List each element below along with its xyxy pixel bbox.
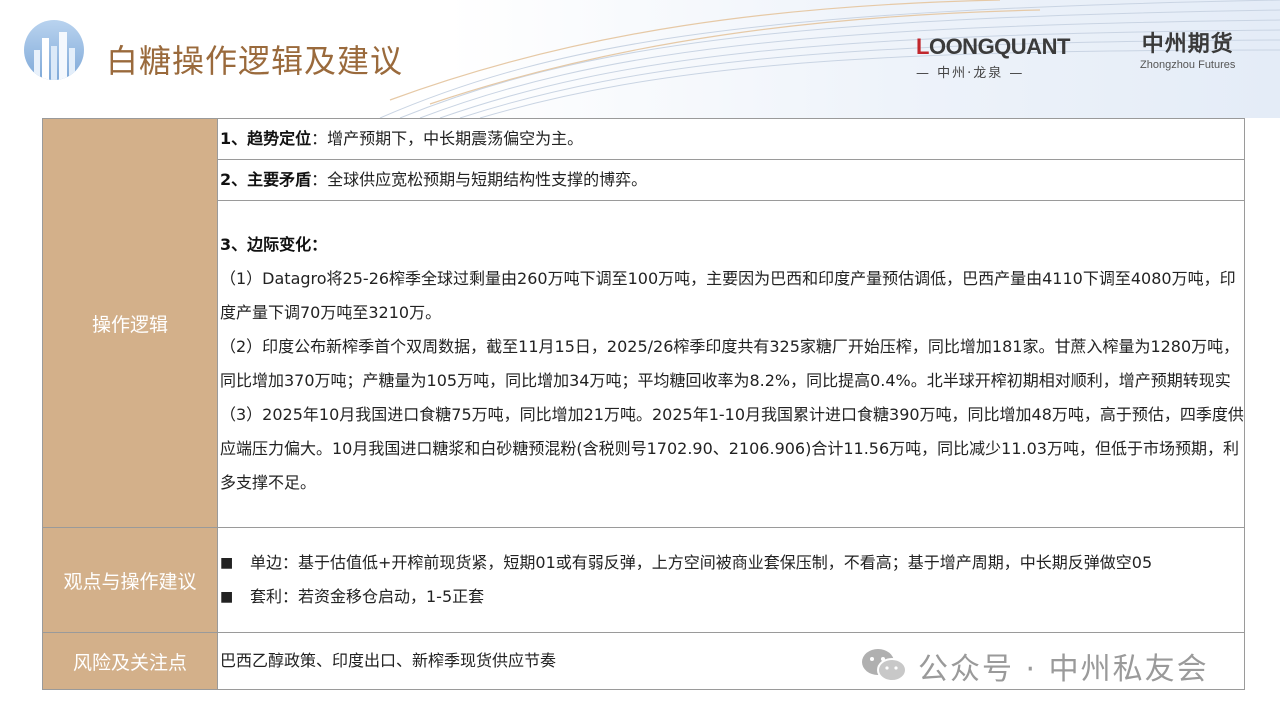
marginal-change-cell: 3、边际变化： （1）Datagro将25-26榨季全球过剩量由260万吨下调至… <box>217 200 1245 528</box>
advice-label: 观点与操作建议 <box>42 527 218 633</box>
zhongzhou-futures-logo: 中州期货 Zhongzhou Futures <box>1140 26 1235 71</box>
conflict-cell: 2、主要矛盾：全球供应宽松预期与短期结构性支撑的博弈。 <box>217 159 1245 201</box>
zhongzhou-subtitle: Zhongzhou Futures <box>1140 59 1236 71</box>
city-logo-icon <box>24 20 84 80</box>
conflict-title: 2、主要矛盾 <box>220 170 312 189</box>
paragraph-1: （1）Datagro将25-26榨季全球过剩量由260万吨下调至100万吨，主要… <box>220 269 1236 322</box>
paragraph-3: （3）2025年10月我国进口食糖75万吨，同比增加21万吨。2025年1-10… <box>220 405 1244 492</box>
page-title: 白糖操作逻辑及建议 <box>106 42 404 80</box>
loongquant-name: LOONGQUANT <box>916 34 1070 59</box>
advice-bullet-1: ■ 单边：基于估值低+开榨前现货紧，短期01或有弱反弹，上方空间被商业套保压制，… <box>220 546 1244 580</box>
marginal-change-title: 3、边际变化： <box>220 235 328 254</box>
conflict-text: ：全球供应宽松预期与短期结构性支撑的博弈。 <box>311 170 648 189</box>
advice-bullet-2: ■ 套利：若资金移仓启动，1-5正套 <box>220 580 1244 614</box>
risk-label: 风险及关注点 <box>42 632 218 690</box>
trend-text: ：增产预期下，中长期震荡偏空为主。 <box>311 129 584 148</box>
skyline-icon <box>34 32 75 80</box>
loongquant-subtitle: — 中州·龙泉 — <box>916 66 1025 81</box>
watermark-text: 公众号 · 中州私友会 <box>918 652 1209 687</box>
paragraph-2: （2）印度公布新榨季首个双周数据，截至11月15日，2025/26榨季印度共有3… <box>220 337 1240 390</box>
square-bullet-icon: ■ <box>220 555 234 571</box>
trend-title: 1、趋势定位 <box>220 129 312 148</box>
loongquant-logo: LOONGQUANT — 中州·龙泉 — <box>916 34 1076 81</box>
advice-cell: ■ 单边：基于估值低+开榨前现货紧，短期01或有弱反弹，上方空间被商业套保压制，… <box>217 527 1245 633</box>
zhongzhou-name: 中州期货 <box>1141 32 1234 57</box>
logic-label: 操作逻辑 <box>42 118 218 528</box>
wechat-watermark: 公众号 · 中州私友会 <box>860 644 1209 688</box>
logic-table: 操作逻辑 1、趋势定位：增产预期下，中长期震荡偏空为主。 2、主要矛盾：全球供应… <box>42 118 1245 690</box>
wechat-icon <box>862 649 907 682</box>
trend-cell: 1、趋势定位：增产预期下，中长期震荡偏空为主。 <box>217 118 1245 160</box>
square-bullet-icon: ■ <box>220 589 234 605</box>
